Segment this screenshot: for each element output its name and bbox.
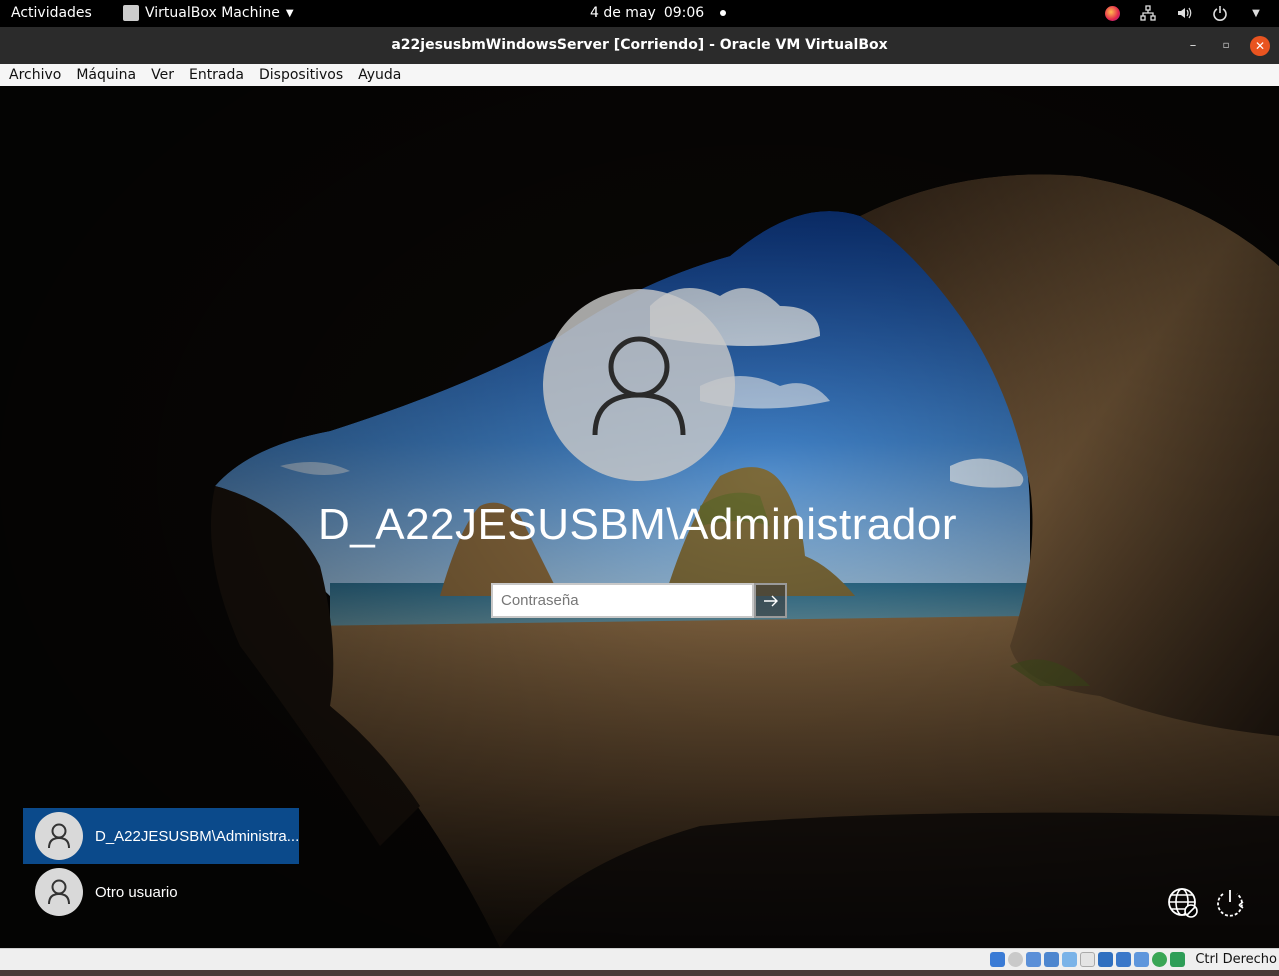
keyboard-capture-icon[interactable] (1170, 952, 1185, 967)
status-icons (990, 952, 1185, 967)
globe-disconnected-icon (1168, 888, 1198, 918)
user-avatar-small (35, 812, 83, 860)
status-bar: Ctrl Derecho (0, 948, 1279, 970)
clock-time: 09:06 (663, 5, 705, 21)
app-menu[interactable]: VirtualBox Machine ▼ (123, 5, 294, 21)
user-avatar (543, 289, 735, 481)
arrow-right-icon (763, 595, 778, 606)
menu-ayuda[interactable]: Ayuda (358, 67, 401, 83)
menu-maquina[interactable]: Máquina (76, 67, 136, 83)
volume-icon[interactable] (1175, 4, 1193, 22)
hard-disk-icon[interactable] (990, 952, 1005, 967)
clock[interactable]: 4 de may 09:06 (590, 5, 727, 21)
password-form (491, 583, 787, 618)
chevron-down-icon[interactable]: ▼ (1247, 4, 1265, 22)
menu-dispositivos[interactable]: Dispositivos (259, 67, 343, 83)
app-menu-label: VirtualBox Machine (145, 5, 280, 21)
menu-archivo[interactable]: Archivo (9, 67, 61, 83)
audio-icon[interactable] (1026, 952, 1041, 967)
menu-entrada[interactable]: Entrada (189, 67, 244, 83)
menu-ver[interactable]: Ver (151, 67, 174, 83)
close-button[interactable]: ✕ (1250, 36, 1270, 56)
desktop-edge (0, 970, 1279, 976)
user-list-item-label: Otro usuario (95, 883, 178, 901)
window-title: a22jesusbmWindowsServer [Corriendo] - Or… (391, 37, 888, 53)
user-icon (592, 336, 686, 436)
user-list-item-label: D_A22JESUSBM\Administra... (95, 827, 300, 845)
user-avatar-small (35, 868, 83, 916)
user-list: D_A22JESUSBM\Administra... Otro usuario (23, 808, 299, 920)
power-icon[interactable] (1211, 4, 1229, 22)
recording-icon[interactable] (1116, 952, 1131, 967)
clock-date: 4 de may (590, 5, 656, 21)
user-list-item-otro-usuario[interactable]: Otro usuario (23, 864, 299, 920)
firefox-icon[interactable] (1103, 4, 1121, 22)
activities-button[interactable]: Actividades (11, 5, 92, 21)
notification-dot-icon (720, 10, 727, 16)
power-icon (1217, 890, 1244, 917)
power-button[interactable] (1213, 886, 1247, 920)
network-status-button[interactable] (1166, 886, 1200, 920)
maximize-button[interactable]: ▫ (1216, 36, 1236, 56)
user-icon (48, 823, 70, 849)
virtualization-icon[interactable] (1134, 952, 1149, 967)
network-adapter-icon[interactable] (1044, 952, 1059, 967)
network-icon[interactable] (1139, 4, 1157, 22)
menu-bar: Archivo Máquina Ver Entrada Dispositivos… (0, 64, 1279, 86)
user-icon (48, 879, 70, 905)
password-input[interactable] (491, 583, 754, 618)
user-list-item-administrador[interactable]: D_A22JESUSBM\Administra... (23, 808, 299, 864)
mouse-integration-icon[interactable] (1152, 952, 1167, 967)
vm-display[interactable]: D_A22JESUSBM\Administrador D_A22JESUSBM\… (0, 86, 1279, 948)
window-title-bar[interactable]: a22jesusbmWindowsServer [Corriendo] - Or… (0, 27, 1279, 64)
host-key-label: Ctrl Derecho (1195, 952, 1277, 967)
minimize-button[interactable]: – (1183, 36, 1203, 56)
gnome-top-bar: Actividades VirtualBox Machine ▼ 4 de ma… (0, 0, 1279, 27)
submit-button[interactable] (754, 583, 787, 618)
username-title: D_A22JESUSBM\Administrador (317, 500, 957, 549)
display-icon[interactable] (1098, 952, 1113, 967)
shared-folders-icon[interactable] (1080, 952, 1095, 967)
usb-icon[interactable] (1062, 952, 1077, 967)
virtualbox-app-icon (123, 5, 139, 21)
system-tray: ▼ (1103, 4, 1265, 22)
optical-drive-icon[interactable] (1008, 952, 1023, 967)
chevron-down-icon: ▼ (285, 7, 294, 19)
